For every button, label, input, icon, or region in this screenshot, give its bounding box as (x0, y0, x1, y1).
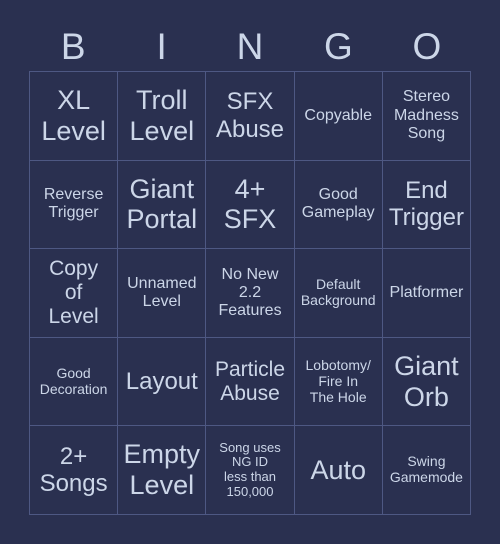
bingo-cell-label: SFX Abuse (215, 88, 285, 143)
bingo-card: B I N G O XL Level Troll Level SFX Abuse… (0, 0, 500, 544)
bingo-cell[interactable]: Layout (118, 337, 207, 427)
bingo-cell[interactable]: Good Gameplay (294, 160, 383, 250)
bingo-cell-label: Unnamed Level (127, 274, 197, 310)
bingo-cell-label: Copyable (304, 106, 373, 124)
bingo-cell[interactable]: Platformer (382, 249, 472, 338)
bingo-cell[interactable]: Troll Level (118, 72, 207, 161)
bingo-cell[interactable]: Default Background (294, 249, 383, 338)
bingo-cell-label: No New 2.2 Features (218, 265, 282, 320)
bingo-cell-label: 2+ Songs (39, 442, 108, 498)
bingo-cell-label: Auto (310, 454, 366, 485)
bingo-row: Good Decoration Layout Particle Abuse Lo… (30, 337, 472, 427)
bingo-cell[interactable]: Empty Level (118, 426, 207, 515)
bingo-grid: XL Level Troll Level SFX Abuse Copyable … (29, 71, 472, 515)
bingo-cell-label: Giant Portal (126, 173, 198, 235)
bingo-cell[interactable]: XL Level (30, 72, 119, 161)
bingo-cell-label: 4+ SFX (223, 173, 277, 235)
bingo-cell-label: Swing Gamemode (389, 453, 463, 486)
bingo-cell[interactable]: Swing Gamemode (382, 426, 472, 515)
bingo-cell[interactable]: SFX Abuse (206, 72, 295, 161)
bingo-cell-label: Troll Level (129, 85, 195, 146)
bingo-cell[interactable]: 4+ SFX (206, 160, 295, 250)
bingo-cell-label: Copy of Level (48, 257, 99, 328)
bingo-cell-label: Good Gameplay (301, 186, 375, 222)
bingo-cell-label: Platformer (389, 283, 464, 301)
bingo-cell[interactable]: 2+ Songs (30, 426, 119, 515)
bingo-cell-label: Song uses NG ID less than 150,000 (219, 439, 281, 499)
bingo-cell[interactable]: Stereo Madness Song (382, 72, 472, 161)
bingo-header-letter-i: I (156, 25, 167, 67)
bingo-cell[interactable]: Song uses NG ID less than 150,000 (206, 426, 295, 515)
bingo-cell-label: End Trigger (388, 177, 464, 232)
bingo-cell[interactable]: Copyable (294, 72, 383, 161)
bingo-cell-label: Lobotomy/ Fire In The Hole (305, 356, 371, 405)
bingo-cell-label: XL Level (41, 85, 106, 146)
bingo-cell[interactable]: Good Decoration (30, 337, 119, 427)
bingo-cell-label: Good Decoration (39, 364, 108, 397)
bingo-header-letter-n: N (236, 25, 264, 67)
bingo-cell[interactable]: No New 2.2 Features (206, 249, 295, 338)
bingo-cell-label: Reverse Trigger (43, 186, 104, 222)
bingo-row: XL Level Troll Level SFX Abuse Copyable … (30, 72, 472, 161)
bingo-header-letter-o: O (412, 25, 442, 67)
bingo-cell-label: Giant Orb (394, 350, 459, 412)
bingo-row: Reverse Trigger Giant Portal 4+ SFX Good… (30, 160, 472, 250)
bingo-cell[interactable]: Lobotomy/ Fire In The Hole (294, 337, 383, 427)
bingo-cell[interactable]: Unnamed Level (118, 249, 207, 338)
bingo-row: Copy of Level Unnamed Level No New 2.2 F… (30, 249, 472, 338)
bingo-cell-label: Stereo Madness Song (393, 88, 459, 142)
bingo-header: B I N G O (29, 22, 471, 70)
bingo-row: 2+ Songs Empty Level Song uses NG ID les… (30, 426, 472, 515)
bingo-header-letter-g: G (324, 25, 353, 67)
bingo-cell[interactable]: Reverse Trigger (30, 160, 119, 250)
bingo-cell[interactable]: Particle Abuse (206, 337, 295, 427)
bingo-cell[interactable]: Giant Orb (382, 337, 472, 427)
bingo-cell[interactable]: Copy of Level (30, 249, 119, 338)
bingo-cell[interactable]: Auto (294, 426, 383, 515)
bingo-cell-label: Default Background (300, 276, 376, 308)
bingo-header-letter-b: B (60, 25, 86, 67)
bingo-cell-label: Particle Abuse (214, 357, 286, 405)
bingo-cell[interactable]: End Trigger (382, 160, 472, 250)
bingo-cell-label: Layout (125, 367, 198, 395)
bingo-cell-label: Empty Level (123, 439, 201, 501)
bingo-cell[interactable]: Giant Portal (118, 160, 207, 250)
